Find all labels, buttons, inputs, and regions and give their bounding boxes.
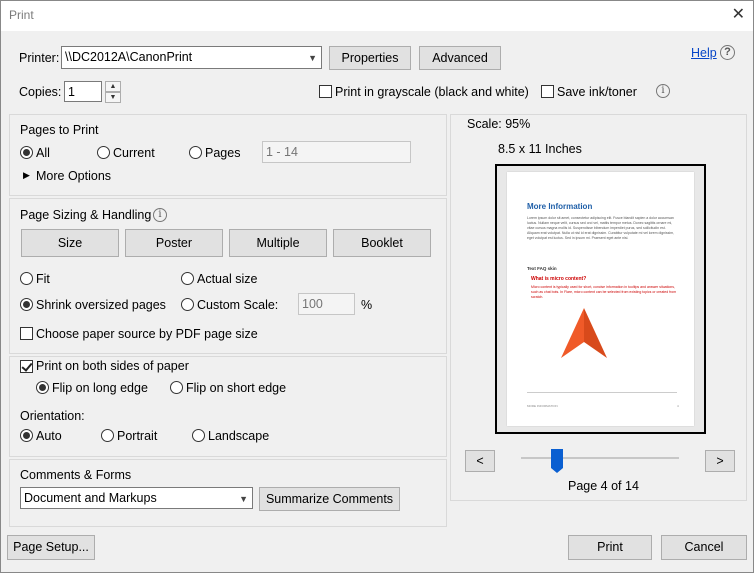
pages-range-label[interactable]: Pages [205,146,240,160]
percent-label: % [361,298,373,312]
preview-page: More Information Lorem ipsum dolor sit a… [507,172,694,426]
page-slider-thumb[interactable] [551,449,563,473]
pages-range-input[interactable] [262,141,411,163]
page-sizing-heading: Page Sizing & Handling [20,208,152,222]
more-options-toggle[interactable]: More Options [36,169,111,183]
page-setup-button[interactable]: Page Setup... [7,535,95,560]
paper-source-label[interactable]: Choose paper source by PDF page size [36,327,258,341]
page-slider-track[interactable] [521,457,679,459]
paper-size-label: 8.5 x 11 Inches [498,142,582,156]
save-ink-label[interactable]: Save ink/toner [557,85,637,99]
print-dialog: Print ✕ Printer: \\DC2012A\CanonPrint ▼ … [0,0,754,573]
current-page-label[interactable]: Current [113,146,155,160]
info-icon[interactable]: i [656,84,670,98]
window-title: Print [9,8,34,22]
preview-footer-left: MORE INFORMATION [527,404,558,408]
both-sides-label[interactable]: Print on both sides of paper [36,359,189,373]
fit-label[interactable]: Fit [36,272,50,286]
printer-label: Printer: [19,51,60,65]
short-edge-label[interactable]: Flip on short edge [186,381,286,395]
sizing-info-icon[interactable]: i [153,208,167,222]
prev-page-button[interactable]: < [465,450,495,472]
portrait-radio[interactable] [101,429,114,442]
title-bar: Print ✕ [1,1,753,31]
custom-scale-label[interactable]: Custom Scale: [197,298,278,312]
page-counter: Page 4 of 14 [568,479,639,493]
help-icon[interactable]: ? [720,45,735,60]
chevron-down-icon: ▼ [308,53,317,63]
grayscale-checkbox[interactable] [319,85,332,98]
copies-increment[interactable]: ▲ [105,81,121,92]
next-page-button[interactable]: > [705,450,735,472]
expand-triangle-icon[interactable]: ▶ [23,170,30,181]
portrait-label[interactable]: Portrait [117,429,157,443]
size-button[interactable]: Size [21,229,119,257]
long-edge-label[interactable]: Flip on long edge [52,381,148,395]
shrink-oversized-label[interactable]: Shrink oversized pages [36,298,166,312]
save-ink-checkbox[interactable] [541,85,554,98]
custom-scale-radio[interactable] [181,298,194,311]
poster-button[interactable]: Poster [125,229,223,257]
pages-range-radio[interactable] [189,146,202,159]
grayscale-label[interactable]: Print in grayscale (black and white) [335,85,529,99]
close-icon[interactable]: ✕ [732,5,745,25]
actual-size-radio[interactable] [181,272,194,285]
shrink-oversized-radio[interactable] [20,298,33,311]
chevron-down-icon: ▼ [239,494,248,504]
preview-doc-body: Lorem ipsum dolor sit amet, consectetur … [527,216,675,240]
arrow-logo-icon [561,308,607,358]
summarize-comments-button[interactable]: Summarize Comments [259,487,400,511]
copies-input[interactable] [64,81,102,102]
booklet-button[interactable]: Booklet [333,229,431,257]
current-page-radio[interactable] [97,146,110,159]
pages-to-print-heading: Pages to Print [20,123,99,137]
fit-radio[interactable] [20,272,33,285]
landscape-radio[interactable] [192,429,205,442]
all-pages-label[interactable]: All [36,146,50,160]
copies-decrement[interactable]: ▼ [105,92,121,103]
auto-orientation-label[interactable]: Auto [36,429,62,443]
preview-doc-title: More Information [527,202,593,211]
auto-orientation-radio[interactable] [20,429,33,442]
properties-button[interactable]: Properties [329,46,411,70]
printer-selected-value: \\DC2012A\CanonPrint [65,50,193,64]
cancel-button[interactable]: Cancel [661,535,747,560]
long-edge-radio[interactable] [36,381,49,394]
copies-label: Copies: [19,85,62,99]
both-sides-checkbox[interactable] [20,360,33,373]
scale-readout: Scale: 95% [467,117,531,131]
custom-scale-input[interactable] [298,293,355,315]
comments-forms-value: Document and Markups [24,491,157,505]
short-edge-radio[interactable] [170,381,183,394]
multiple-button[interactable]: Multiple [229,229,327,257]
preview-doc-red-heading: What is micro content? [531,276,587,282]
actual-size-label[interactable]: Actual size [197,272,257,286]
preview-doc-subheading: Text FAQ skin [527,266,557,271]
comments-forms-select[interactable]: Document and Markups ▼ [20,487,253,509]
page-preview: More Information Lorem ipsum dolor sit a… [495,164,706,434]
all-pages-radio[interactable] [20,146,33,159]
paper-source-checkbox[interactable] [20,327,33,340]
orientation-label: Orientation: [20,409,85,423]
preview-doc-red-body: Micro content is typically used for shor… [531,285,677,299]
print-button[interactable]: Print [568,535,652,560]
comments-forms-heading: Comments & Forms [20,468,132,482]
help-link[interactable]: Help [691,46,717,60]
preview-footer-right: 4 [677,404,679,408]
landscape-label[interactable]: Landscape [208,429,269,443]
advanced-button[interactable]: Advanced [419,46,501,70]
preview-footer-rule [527,392,677,393]
printer-select[interactable]: \\DC2012A\CanonPrint ▼ [61,46,322,69]
